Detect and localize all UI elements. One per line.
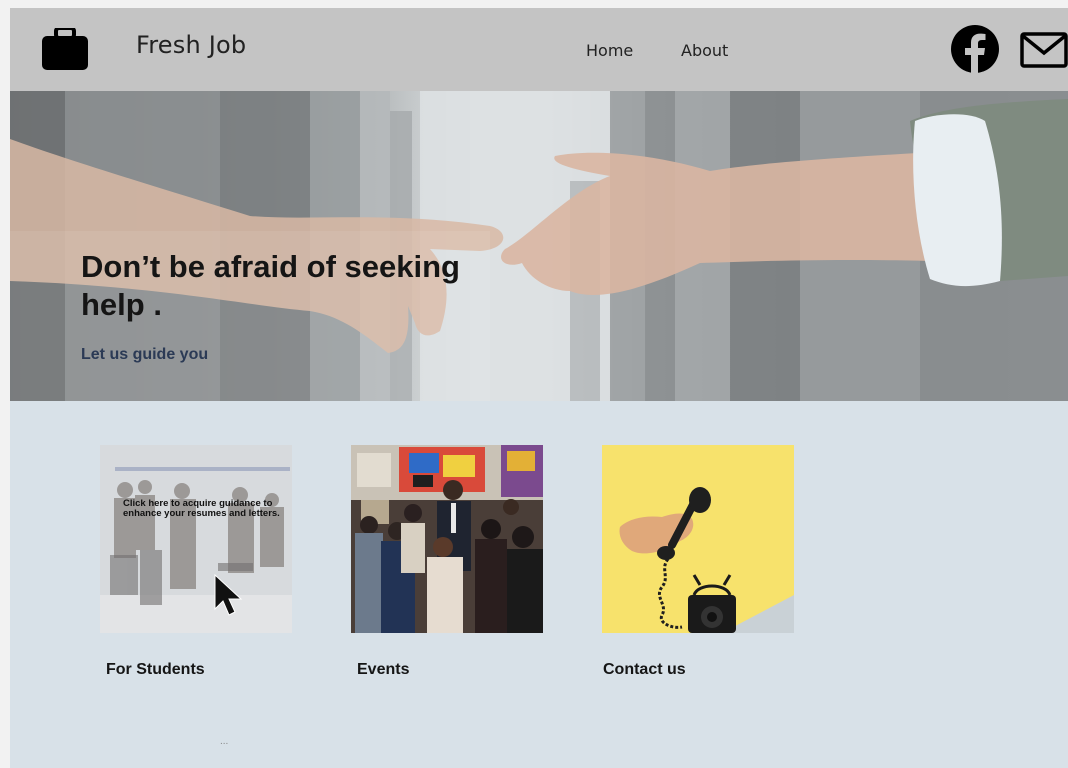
for-students-link[interactable]: For Students — [106, 661, 205, 679]
events-link[interactable]: Events — [357, 661, 409, 679]
events-audience-image — [351, 445, 543, 633]
contact-us-link[interactable]: Contact us — [603, 661, 686, 679]
facebook-icon[interactable] — [950, 24, 1000, 74]
brand-title[interactable]: Fresh Job — [136, 31, 246, 59]
footer-dots: ... — [220, 736, 229, 747]
top-header: Fresh Job Home About — [10, 8, 1068, 91]
retro-telephone-image — [602, 445, 794, 633]
nav-about-link[interactable]: About — [681, 41, 728, 60]
card-events[interactable] — [351, 445, 543, 633]
page-frame: Fresh Job Home About Don’t be afraid of … — [10, 8, 1068, 768]
hero-title: Don’t be afraid of seeking help . — [81, 249, 460, 322]
students-meeting-image — [100, 445, 292, 633]
students-card-overlay-text: Click here to acquire guidance to enhanc… — [123, 498, 280, 519]
mail-icon[interactable] — [1020, 30, 1068, 70]
nav-home-link[interactable]: Home — [586, 41, 633, 60]
card-students[interactable]: Click here to acquire guidance to enhanc… — [100, 445, 292, 633]
mouse-pointer-icon — [214, 573, 243, 616]
hero-subtitle: Let us guide you — [81, 346, 209, 363]
hero-banner: Don’t be afraid of seeking help . Let us… — [10, 91, 1068, 401]
briefcase-icon[interactable] — [42, 28, 88, 70]
card-contact[interactable] — [602, 445, 794, 633]
